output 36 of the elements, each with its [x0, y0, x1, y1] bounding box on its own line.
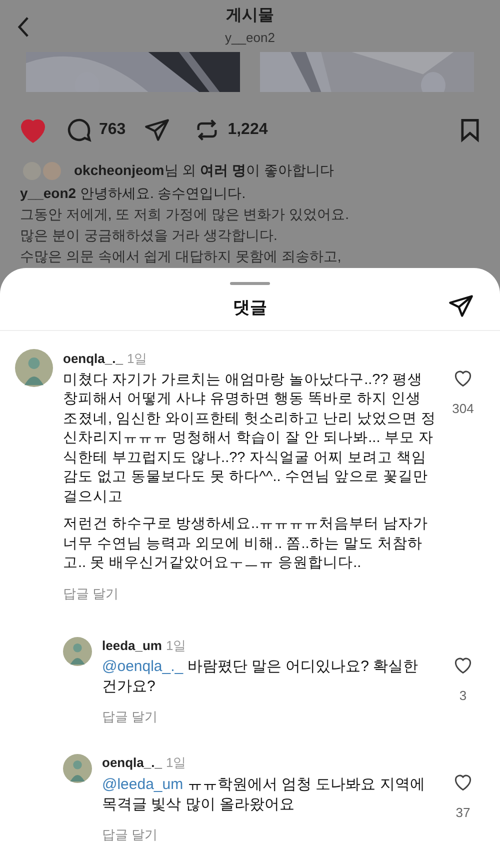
like-count: 304: [452, 400, 474, 418]
reply-link[interactable]: 답글 달기: [102, 824, 158, 844]
caption-username[interactable]: y__eon2: [20, 185, 76, 201]
drag-handle[interactable]: [230, 282, 270, 285]
avatar[interactable]: [63, 636, 92, 666]
comment-text: 미쳤다 자기가 가르치는 애엄마랑 놀아났다구..?? 평생 창피해서 어떻게 사냐 유명하면 행동 똑바로 하지 인생 조졌네, 임신한 와이프한테 헛소리하고 난리 났었으면 정신차리지ㅠㅠㅠ 멍청해서 학습이 잘 안 되나봐... 부모 자식한테 부끄럽지도 않나..?? 자식얼굴 어찌 보려고 책임감도 없고 동물보다도 못 하다^^.. 수연님 앞으로 꽃길만 걸으시고: [63, 370, 438, 506]
like-count: 3: [459, 686, 467, 704]
caption-line: y__eon2 안녕하세요. 송수연입니다.: [20, 184, 247, 203]
avatar[interactable]: [63, 754, 92, 783]
comment-time: 1일: [126, 350, 148, 368]
page-title: 게시물: [226, 6, 274, 26]
comment-text: 저런건 하수구로 방생하세요..ㅠㅠㅠㅠ처음부터 남자가 너무 수연님 능력과 외모에 비해.. 쫌..하는 말도 처참하고.. 못 배우신거같았어요ㅜㅡㅠ 응원합니다..: [63, 515, 430, 573]
comment-text: @oenqla_._ 바람폈단 말은 어디있나요? 확실한 건가요?: [102, 657, 420, 697]
comment-time: 1일: [166, 636, 186, 654]
comment-username[interactable]: oenqla_._: [63, 349, 123, 368]
comment-time: 1일: [166, 754, 186, 772]
caption-line: 많은 분이 궁금해하셨을 거라 생각합니다.: [20, 226, 278, 245]
like-count: 37: [456, 804, 470, 822]
avatar[interactable]: [15, 349, 53, 387]
reply-link[interactable]: 답글 달기: [102, 707, 158, 726]
mention-link[interactable]: @leeda_um: [102, 776, 184, 792]
comment-icon[interactable]: [65, 116, 93, 144]
caption-line: 수많은 의문 속에서 쉽게 대답하지 못함에 죄송하고,: [20, 247, 342, 266]
comment-text: @leeda_um ㅠㅠ학원에서 엄청 도나봐요 지역에 목격글 빛삭 많이 올라왔어요: [102, 774, 426, 814]
comment-username[interactable]: oenqla_._: [102, 753, 162, 772]
back-icon[interactable]: [16, 16, 30, 38]
caption-line: 그동안 저에게, 또 저희 가정에 많은 변화가 있었어요.: [20, 205, 350, 224]
send-icon[interactable]: [448, 293, 474, 319]
comment-count: 763: [99, 120, 126, 140]
repost-count: 1,224: [228, 120, 268, 140]
mention-link[interactable]: @oenqla_._: [102, 658, 184, 675]
sheet-title: 댓글: [233, 296, 267, 319]
likes-text: okcheonjeom님 외 여러 명이 좋아합니다: [74, 161, 334, 180]
page-subtitle: y__eon2: [225, 29, 275, 48]
reply-link[interactable]: 답글 달기: [63, 584, 119, 603]
comment-username[interactable]: leeda_um: [102, 636, 162, 655]
